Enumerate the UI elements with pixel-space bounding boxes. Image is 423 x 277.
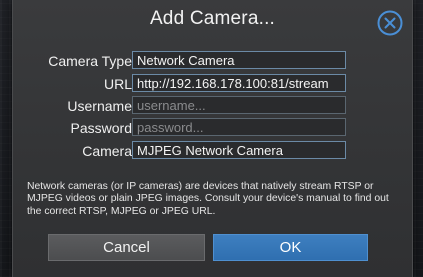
- password-label: Password: [70, 120, 132, 136]
- camera-label: Camera: [82, 143, 132, 159]
- username-input[interactable]: [132, 96, 346, 114]
- username-label: Username: [67, 98, 132, 114]
- camera-type-row: Camera Type Network Camera: [13, 51, 412, 71]
- camera-type-label: Camera Type: [48, 53, 132, 69]
- camera-type-select[interactable]: Network Camera: [132, 51, 346, 69]
- help-text: Network cameras (or IP cameras) are devi…: [27, 181, 389, 217]
- password-row: Password: [13, 118, 412, 138]
- ok-button[interactable]: OK: [213, 234, 368, 261]
- url-label: URL: [103, 76, 132, 92]
- url-input[interactable]: [132, 74, 346, 92]
- close-button[interactable]: [377, 10, 403, 36]
- cancel-button[interactable]: Cancel: [48, 234, 205, 261]
- username-row: Username: [13, 96, 412, 116]
- add-camera-dialog: Add Camera... Camera Type Network Camera…: [12, 0, 413, 277]
- camera-row: Camera MJPEG Network Camera: [13, 141, 412, 161]
- close-circle-icon: [377, 10, 403, 36]
- camera-select[interactable]: MJPEG Network Camera: [132, 141, 346, 159]
- password-input[interactable]: [132, 118, 346, 136]
- url-row: URL: [13, 74, 412, 94]
- dialog-title: Add Camera...: [149, 8, 276, 29]
